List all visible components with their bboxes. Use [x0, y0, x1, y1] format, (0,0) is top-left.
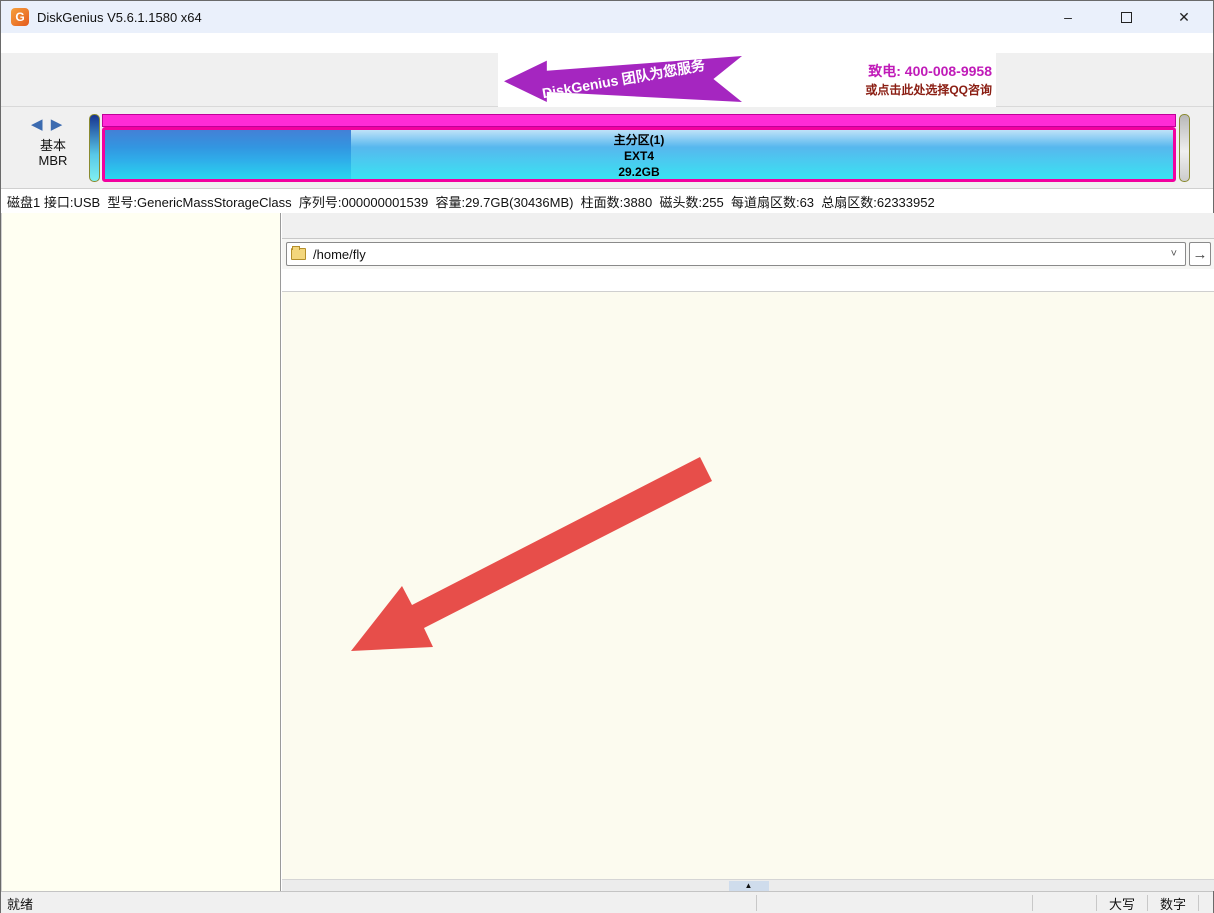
path-dropdown-icon[interactable]: ˅ [1167, 248, 1181, 260]
partition-block[interactable]: 主分区(1) EXT4 29.2GB [102, 127, 1176, 182]
maximize-icon [1121, 12, 1132, 23]
close-button[interactable]: ✕ [1155, 1, 1213, 33]
file-table-header [282, 269, 1214, 292]
file-list [282, 292, 1214, 879]
path-bar: /home/fly ˅ → [282, 239, 1214, 269]
title-bar: DiskGenius V5.6.1.1580 x64 – ✕ [1, 1, 1213, 33]
ad-slogan: DiskGenius 团队为您服务 [540, 55, 706, 103]
path-folder-icon [291, 248, 306, 260]
disk-tree-panel [1, 213, 281, 891]
path-combo[interactable]: /home/fly ˅ [286, 242, 1186, 266]
path-go-button[interactable]: → [1189, 242, 1211, 266]
scroll-hint-icon[interactable]: ▲ [729, 881, 769, 891]
disk-info-bar: 磁盘1 接口:USB 型号:GenericMassStorageClass 序列… [1, 189, 1213, 213]
partition-fs: EXT4 [105, 148, 1173, 164]
maximize-button[interactable] [1097, 1, 1155, 33]
ad-arrow-shape: DiskGenius 团队为您服务 [504, 56, 742, 102]
ad-banner[interactable]: DiskGenius 团队为您服务 致电: 400-008-9958 或点击此处… [498, 51, 996, 107]
file-browser-panel: /home/fly ˅ → ▲ [282, 213, 1214, 891]
disk-nav-arrows[interactable]: ◀ ▶ [31, 115, 64, 133]
status-bar: 就绪 大写 数字 [1, 891, 1213, 913]
window-title: DiskGenius V5.6.1.1580 x64 [37, 10, 202, 25]
disk-type-label: 基本 [23, 135, 83, 154]
partition-size: 29.2GB [105, 164, 1173, 180]
status-capslock: 大写 [1096, 895, 1147, 911]
disk-left-cap [89, 114, 100, 182]
diskgenius-window: DiskGenius V5.6.1.1580 x64 – ✕ DiskGeniu… [0, 0, 1214, 913]
disk-right-cap [1179, 114, 1190, 182]
partition-graph: ◀ ▶ 基本 MBR 主分区(1) EXT4 29.2GB [1, 107, 1213, 189]
status-ready: 就绪 [1, 894, 756, 913]
disk-scheme-label: MBR [23, 153, 83, 168]
path-input[interactable]: /home/fly [313, 247, 1167, 262]
disk-overview-strip[interactable] [102, 114, 1176, 127]
horizontal-scrollbar[interactable]: ▲ [282, 879, 1214, 891]
minimize-button[interactable]: – [1039, 1, 1097, 33]
app-logo-icon [11, 8, 29, 26]
ad-phone: 致电: 400-008-9958 [746, 61, 992, 81]
menu-bar [1, 33, 1213, 53]
status-numlock: 数字 [1147, 895, 1199, 911]
ad-qq-link[interactable]: 或点击此处选择QQ咨询 [746, 81, 992, 98]
partition-name: 主分区(1) [105, 132, 1173, 148]
view-tabs [282, 213, 1214, 239]
